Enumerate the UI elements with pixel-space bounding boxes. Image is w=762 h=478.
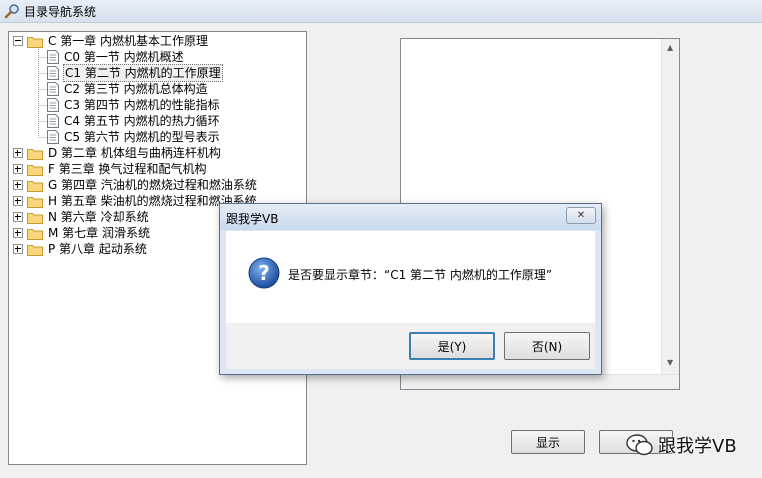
- tree-node-label-selected: C1 第二节 内燃机的工作原理: [63, 64, 223, 82]
- close-icon: ✕: [576, 210, 586, 221]
- dialog-titlebar[interactable]: 跟我学VB ✕: [220, 204, 601, 230]
- window-title: 目录导航系统: [24, 4, 97, 19]
- tree-node-chapter-8[interactable]: P 第八章 起动系统: [13, 241, 148, 257]
- expand-toggle-icon[interactable]: [13, 196, 23, 206]
- collapse-toggle-icon[interactable]: [13, 36, 23, 46]
- yes-button[interactable]: 是(Y): [409, 332, 495, 360]
- folder-icon: [27, 244, 43, 256]
- expand-toggle-icon[interactable]: [13, 244, 23, 254]
- vertical-scrollbar[interactable]: ▲ ▼: [661, 39, 679, 389]
- tree-node-label: N 第六章 冷却系统: [48, 210, 149, 224]
- show-button-label: 显示: [535, 435, 560, 450]
- tree-node-chapter-1[interactable]: C 第一章 内燃机基本工作原理: [13, 33, 209, 49]
- tree-node-label: C5 第六节 内燃机的型号表示: [64, 130, 220, 144]
- tree-node-label: M 第七章 润滑系统: [48, 226, 150, 240]
- tree-node-label: C0 第一节 内燃机概述: [64, 50, 184, 64]
- window-titlebar: 目录导航系统: [0, 0, 762, 23]
- expand-toggle-icon[interactable]: [13, 228, 23, 238]
- scroll-down-icon[interactable]: ▼: [667, 358, 673, 367]
- tree-node-label: C3 第四节 内燃机的性能指标: [64, 98, 220, 112]
- folder-icon: [27, 180, 43, 192]
- dialog-title: 跟我学VB: [226, 212, 279, 226]
- expand-toggle-icon[interactable]: [13, 180, 23, 190]
- yes-button-label: 是(Y): [437, 339, 467, 354]
- horizontal-scrollbar[interactable]: [401, 374, 679, 389]
- tree-node-label: C2 第三节 内燃机总体构造: [64, 82, 208, 96]
- question-icon: ?: [248, 257, 280, 289]
- tree-node-label: C 第一章 内燃机基本工作原理: [48, 34, 209, 48]
- document-icon: [47, 98, 59, 112]
- svg-text:?: ?: [258, 261, 270, 285]
- dialog-close-button[interactable]: ✕: [566, 207, 596, 224]
- scroll-up-icon[interactable]: ▲: [667, 43, 673, 52]
- document-icon: [47, 66, 59, 80]
- folder-icon: [27, 196, 43, 208]
- dialog-body: ? 是否要显示章节：“C1 第二节 内燃机的工作原理”: [226, 231, 595, 323]
- expand-toggle-icon[interactable]: [13, 164, 23, 174]
- message-dialog: 跟我学VB ✕ ? 是否要显示章节：“C1 第二节 内燃机的工作原理” 是(Y)…: [219, 203, 602, 375]
- document-icon: [47, 114, 59, 128]
- tree-node-chapter-7[interactable]: M 第七章 润滑系统: [13, 225, 151, 241]
- tree-node-section-c3[interactable]: C3 第四节 内燃机的性能指标: [47, 97, 221, 113]
- document-icon: [47, 50, 59, 64]
- folder-icon: [27, 36, 43, 48]
- tree-node-section-c2[interactable]: C2 第三节 内燃机总体构造: [47, 81, 209, 97]
- show-button[interactable]: 显示: [511, 430, 585, 454]
- tree-node-section-c4[interactable]: C4 第五节 内燃机的热力循环: [47, 113, 221, 129]
- watermark-text: 跟我学VB: [658, 436, 737, 457]
- tree-node-section-c1[interactable]: C1 第二节 内燃机的工作原理: [47, 64, 223, 82]
- dialog-message: 是否要显示章节：“C1 第二节 内燃机的工作原理”: [288, 268, 553, 282]
- no-button[interactable]: 否(N): [504, 332, 590, 360]
- watermark: 跟我学VB: [626, 430, 760, 460]
- expand-toggle-icon[interactable]: [13, 212, 23, 222]
- tree-node-chapter-3[interactable]: F 第三章 换气过程和配气机构: [13, 161, 208, 177]
- tree-node-label: G 第四章 汽油机的燃烧过程和燃油系统: [48, 178, 257, 192]
- tree-node-chapter-6[interactable]: N 第六章 冷却系统: [13, 209, 150, 225]
- tree-node-section-c5[interactable]: C5 第六节 内燃机的型号表示: [47, 129, 221, 145]
- magnifier-icon: [4, 4, 19, 19]
- tree-node-label: C4 第五节 内燃机的热力循环: [64, 114, 220, 128]
- folder-icon: [27, 164, 43, 176]
- tree-node-label: P 第八章 起动系统: [48, 242, 147, 256]
- no-button-label: 否(N): [531, 339, 563, 354]
- document-icon: [47, 130, 59, 144]
- folder-icon: [27, 212, 43, 224]
- tree-node-chapter-2[interactable]: D 第二章 机体组与曲柄连杆机构: [13, 145, 222, 161]
- tree-node-section-c0[interactable]: C0 第一节 内燃机概述: [47, 49, 185, 65]
- dialog-footer: 是(Y) 否(N): [226, 323, 595, 369]
- folder-icon: [27, 228, 43, 240]
- wechat-icon: [626, 434, 653, 456]
- expand-toggle-icon[interactable]: [13, 148, 23, 158]
- tree-node-label: F 第三章 换气过程和配气机构: [48, 162, 207, 176]
- document-icon: [47, 82, 59, 96]
- folder-icon: [27, 148, 43, 160]
- tree-node-label: D 第二章 机体组与曲柄连杆机构: [48, 146, 221, 160]
- tree-node-chapter-4[interactable]: G 第四章 汽油机的燃烧过程和燃油系统: [13, 177, 258, 193]
